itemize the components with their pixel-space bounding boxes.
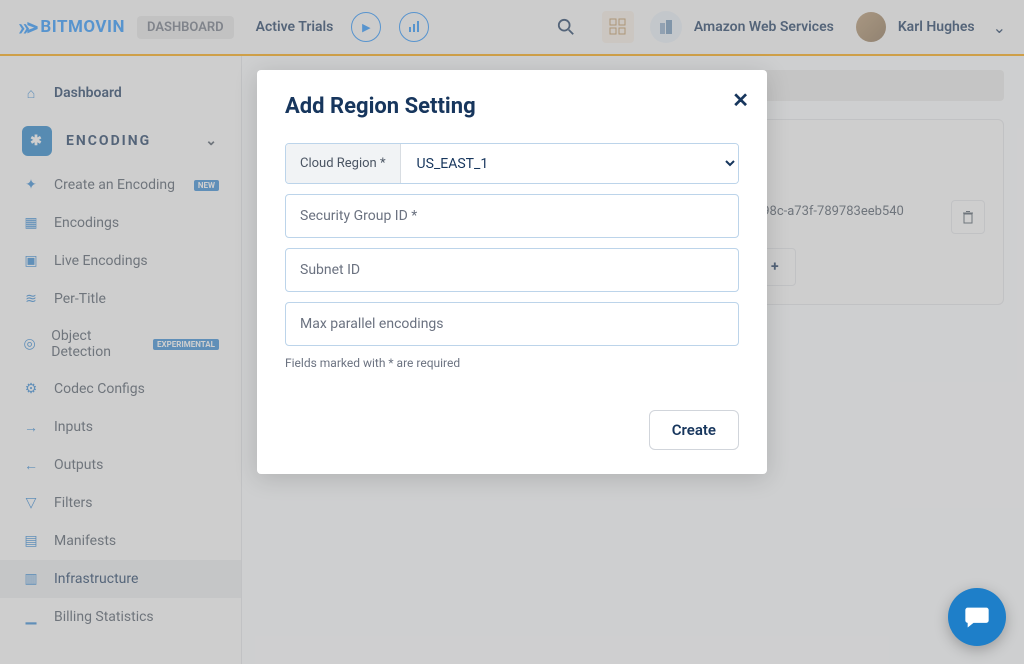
close-button[interactable]: ✕ [732, 88, 749, 112]
chat-icon [963, 603, 991, 631]
max-parallel-encodings-input[interactable] [286, 303, 738, 345]
modal-overlay[interactable]: ✕ Add Region Setting Cloud Region * US_E… [0, 0, 1024, 664]
cloud-region-select[interactable]: US_EAST_1 [401, 144, 738, 183]
cloud-region-label: Cloud Region * [286, 144, 401, 183]
modal-title: Add Region Setting [285, 94, 739, 119]
add-region-modal: ✕ Add Region Setting Cloud Region * US_E… [257, 70, 767, 474]
cloud-region-field: Cloud Region * US_EAST_1 [285, 143, 739, 184]
required-note: Fields marked with * are required [285, 356, 739, 370]
subnet-id-input[interactable] [286, 249, 738, 291]
chat-fab[interactable] [948, 588, 1006, 646]
create-button[interactable]: Create [649, 410, 739, 450]
security-group-input[interactable] [286, 195, 738, 237]
